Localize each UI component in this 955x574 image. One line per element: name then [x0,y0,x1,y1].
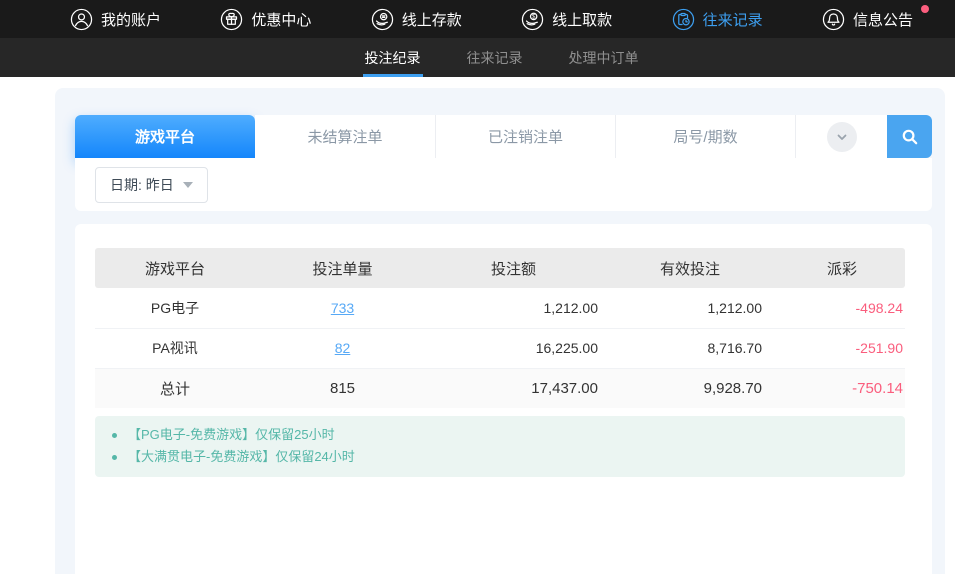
table-total-row: 总计 815 17,437.00 9,928.70 -750.14 [95,368,905,408]
nav-item-label: 线上存款 [402,9,462,30]
cell-platform: PG电子 [95,288,255,328]
results-card: 游戏平台 投注单量 投注额 有效投注 派彩 PG电子 733 1,212.00 … [75,224,932,574]
sub-nav: 投注纪录 往来记录 处理中订单 [0,38,955,77]
nav-item-withdraw[interactable]: $ 线上取款 [521,8,626,31]
bet-summary-table: 游戏平台 投注单量 投注额 有效投注 派彩 PG电子 733 1,212.00 … [95,248,905,408]
bell-icon [822,8,845,31]
nav-item-promotions[interactable]: 优惠中心 [220,8,325,31]
records-icon [672,8,695,31]
gift-icon [220,8,243,31]
tab-dropdown-toggle[interactable] [795,115,887,158]
col-header-platform: 游戏平台 [95,248,255,288]
cell-bet-amount: 1,212.00 [430,288,610,328]
col-header-bet-count: 投注单量 [255,248,430,288]
cell-platform: 总计 [95,368,255,408]
nav-item-deposit[interactable]: 线上存款 [371,8,476,31]
notes-box: 【PG电子-免费游戏】仅保留25小时 【大满贯电子-免费游戏】仅保留24小时 [95,416,905,477]
cell-valid-bets: 9,928.70 [610,368,775,408]
table-header-row: 游戏平台 投注单量 投注额 有效投注 派彩 [95,248,905,288]
nav-item-label: 线上取款 [552,9,612,30]
subnav-tab-label: 投注纪录 [365,48,421,68]
bullet-icon [112,455,117,460]
cell-payout: -498.24 [775,288,905,328]
cell-bet-count: 82 [255,328,430,368]
note-text: 【大满贯电子-免费游戏】仅保留24小时 [128,446,355,468]
tab-label: 游戏平台 [135,126,195,147]
table-row: PA视讯 82 16,225.00 8,716.70 -251.90 [95,328,905,368]
subnav-tab-bet-records[interactable]: 投注纪录 [365,38,421,77]
bullet-icon [112,433,117,438]
nav-item-my-account[interactable]: 我的账户 [70,8,175,31]
bet-count-link[interactable]: 733 [331,300,354,316]
tab-game-platform[interactable]: 游戏平台 [75,115,255,158]
table-row: PG电子 733 1,212.00 1,212.00 -498.24 [95,288,905,328]
subnav-tab-processing-orders[interactable]: 处理中订单 [569,38,639,77]
note-item: 【PG电子-免费游戏】仅保留25小时 [95,424,905,446]
tab-unsettled-bets[interactable]: 未结算注单 [255,115,435,158]
search-icon [900,127,920,147]
withdraw-icon: $ [521,8,544,31]
note-item: 【大满贯电子-免费游戏】仅保留24小时 [95,446,905,468]
subnav-tab-transactions[interactable]: 往来记录 [467,38,523,77]
cell-bet-amount: 17,437.00 [430,368,610,408]
filter-tab-bar: 游戏平台 未结算注单 已注销注单 局号/期数 [75,115,932,158]
date-filter-label: 日期: 昨日 [110,175,174,195]
col-header-bet-amount: 投注额 [430,248,610,288]
tab-cancelled-bets[interactable]: 已注销注单 [435,115,615,158]
col-header-payout: 派彩 [775,248,905,288]
cell-payout: -251.90 [775,328,905,368]
user-icon [70,8,93,31]
col-header-valid-bets: 有效投注 [610,248,775,288]
cell-valid-bets: 8,716.70 [610,328,775,368]
subnav-tab-label: 处理中订单 [569,48,639,68]
filter-strip: 日期: 昨日 [75,158,932,211]
caret-down-icon [183,182,193,188]
tab-round-number[interactable]: 局号/期数 [615,115,795,158]
note-text: 【PG电子-免费游戏】仅保留25小时 [128,424,335,446]
nav-item-records[interactable]: 往来记录 [672,8,777,31]
cell-platform: PA视讯 [95,328,255,368]
chevron-circle [827,122,857,152]
cell-bet-amount: 16,225.00 [430,328,610,368]
nav-item-announcements[interactable]: 信息公告 [822,8,927,31]
search-button[interactable] [887,115,932,158]
date-filter-dropdown[interactable]: 日期: 昨日 [95,167,208,203]
nav-item-label: 信息公告 [853,9,913,30]
cell-payout: -750.14 [775,368,905,408]
cell-valid-bets: 1,212.00 [610,288,775,328]
top-nav: 我的账户 优惠中心 线上存款 $ 线上取款 [0,0,955,38]
tab-label: 已注销注单 [488,126,563,147]
nav-item-label: 优惠中心 [251,9,311,30]
tab-label: 局号/期数 [673,126,737,147]
tab-label: 未结算注单 [307,126,382,147]
subnav-tab-label: 往来记录 [467,48,523,68]
content-panel: 游戏平台 未结算注单 已注销注单 局号/期数 日期: 昨日 [55,88,945,574]
cell-bet-count: 733 [255,288,430,328]
deposit-icon [371,8,394,31]
notification-dot [921,5,929,13]
nav-item-label: 我的账户 [101,9,161,30]
nav-item-label: 往来记录 [703,9,763,30]
chevron-down-icon [835,130,849,144]
bet-count-link[interactable]: 82 [335,340,351,356]
cell-bet-count: 815 [255,368,430,408]
